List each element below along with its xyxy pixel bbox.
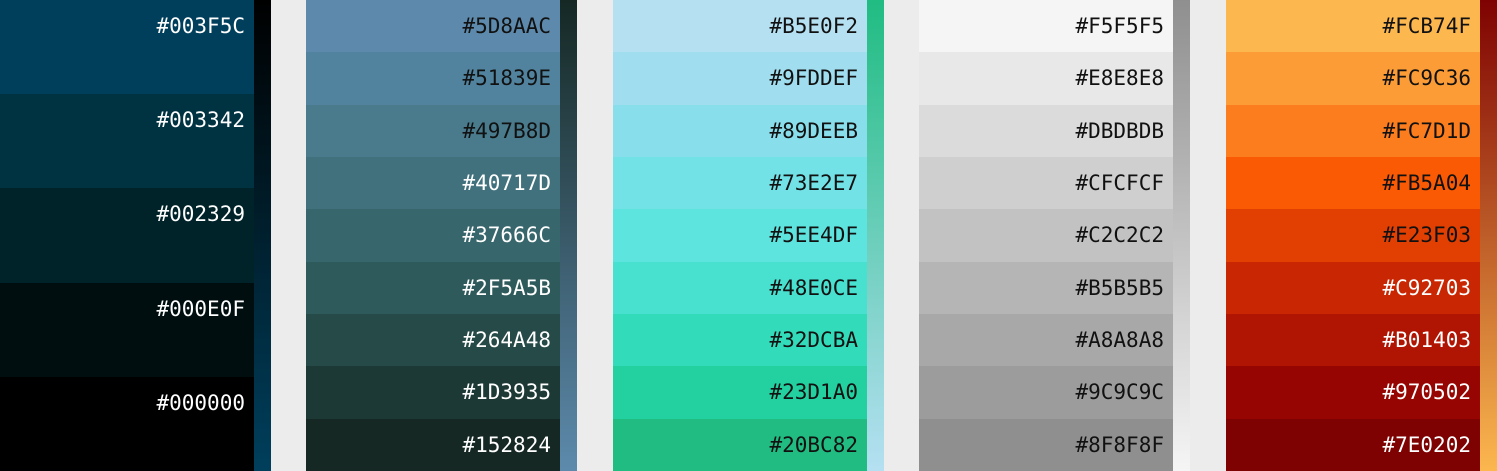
gradient-preview-bar [254, 0, 271, 471]
color-swatch[interactable]: #C92703 [1226, 261, 1480, 314]
color-swatch[interactable]: #8F8F8F [919, 418, 1173, 471]
color-swatch[interactable]: #FC7D1D [1226, 104, 1480, 157]
hex-label: #7E0202 [1382, 432, 1471, 457]
color-swatch[interactable]: #37666C [306, 209, 560, 262]
hex-label: #73E2E7 [769, 170, 858, 195]
color-swatch[interactable]: #264A48 [306, 313, 560, 367]
color-swatch[interactable]: #DBDBDB [919, 104, 1173, 157]
palette-orange: #FCB74F #FC9C36 #FC7D1D #FB5A04 #E23F03 … [1226, 0, 1497, 471]
color-swatch[interactable]: #FB5A04 [1226, 156, 1480, 210]
hex-label: #5D8AAC [462, 14, 551, 38]
color-swatch[interactable]: #9C9C9C [919, 366, 1173, 419]
color-swatch[interactable]: #20BC82 [613, 418, 867, 471]
hex-label: #40717D [462, 170, 551, 195]
hex-label: #FC9C36 [1382, 66, 1471, 91]
gradient-preview-bar [1480, 0, 1497, 471]
color-swatch[interactable]: #7E0202 [1226, 418, 1480, 471]
color-swatch[interactable]: #1D3935 [306, 366, 560, 419]
hex-label: #CFCFCF [1075, 170, 1164, 195]
gradient-preview-bar [867, 0, 884, 471]
hex-label: #B01403 [1382, 327, 1471, 352]
hex-label: #8F8F8F [1075, 432, 1164, 457]
gradient-preview-bar [1173, 0, 1190, 471]
color-swatch[interactable]: #FC9C36 [1226, 52, 1480, 105]
hex-label: #152824 [462, 432, 551, 457]
hex-label: #9FDDEF [769, 66, 858, 91]
hex-label: #B5E0F2 [769, 14, 858, 38]
palette-aqua-swatches: #B5E0F2 #9FDDEF #89DEEB #73E2E7 #5EE4DF … [613, 0, 867, 471]
hex-label: #20BC82 [769, 432, 858, 457]
hex-label: #51839E [462, 66, 551, 91]
palette-navy-swatches: #003F5C #003342 #002329 #000E0F #000000 [0, 0, 254, 471]
color-swatch[interactable]: #B01403 [1226, 313, 1480, 367]
hex-label: #2F5A5B [462, 275, 551, 300]
color-swatch[interactable]: #40717D [306, 156, 560, 210]
hex-label: #002329 [156, 202, 245, 227]
color-swatch[interactable]: #FCB74F [1226, 0, 1480, 53]
color-swatch[interactable]: #73E2E7 [613, 156, 867, 210]
hex-label: #497B8D [462, 118, 551, 143]
palette-slate: #5D8AAC #51839E #497B8D #40717D #37666C … [306, 0, 577, 471]
color-swatch[interactable]: #32DCBA [613, 313, 867, 367]
hex-label: #000000 [156, 390, 245, 415]
hex-label: #E23F03 [1382, 223, 1471, 248]
hex-label: #32DCBA [769, 327, 858, 352]
palette-slate-swatches: #5D8AAC #51839E #497B8D #40717D #37666C … [306, 0, 560, 471]
color-swatch[interactable]: #970502 [1226, 366, 1480, 419]
color-swatch[interactable]: #51839E [306, 52, 560, 105]
color-swatch[interactable]: #89DEEB [613, 104, 867, 157]
color-swatch[interactable]: #152824 [306, 418, 560, 471]
hex-label: #DBDBDB [1075, 118, 1164, 143]
hex-label: #B5B5B5 [1075, 275, 1164, 300]
color-swatch[interactable]: #48E0CE [613, 261, 867, 314]
color-swatch[interactable]: #23D1A0 [613, 366, 867, 419]
hex-label: #A8A8A8 [1075, 327, 1164, 352]
hex-label: #FCB74F [1382, 14, 1471, 38]
hex-label: #003F5C [156, 14, 245, 38]
color-swatch[interactable]: #003F5C [0, 0, 254, 95]
hex-label: #1D3935 [462, 380, 551, 405]
hex-label: #9C9C9C [1075, 380, 1164, 405]
color-swatch[interactable]: #497B8D [306, 104, 560, 157]
hex-label: #37666C [462, 223, 551, 248]
color-swatch[interactable]: #000000 [0, 376, 254, 471]
color-swatch[interactable]: #E8E8E8 [919, 52, 1173, 105]
hex-label: #5EE4DF [769, 223, 858, 248]
hex-label: #264A48 [462, 327, 551, 352]
hex-label: #E8E8E8 [1075, 66, 1164, 91]
gradient-preview-bar [560, 0, 577, 471]
hex-label: #003342 [156, 108, 245, 133]
hex-label: #FB5A04 [1382, 170, 1471, 195]
hex-label: #000E0F [156, 296, 245, 321]
color-swatch[interactable]: #B5B5B5 [919, 261, 1173, 314]
hex-label: #C92703 [1382, 275, 1471, 300]
color-swatch[interactable]: #A8A8A8 [919, 313, 1173, 367]
color-swatch[interactable]: #000E0F [0, 282, 254, 377]
palette-gray: #F5F5F5 #E8E8E8 #DBDBDB #CFCFCF #C2C2C2 … [919, 0, 1190, 471]
palette-gray-swatches: #F5F5F5 #E8E8E8 #DBDBDB #CFCFCF #C2C2C2 … [919, 0, 1173, 471]
color-swatch[interactable]: #B5E0F2 [613, 0, 867, 53]
hex-label: #C2C2C2 [1075, 223, 1164, 248]
hex-label: #48E0CE [769, 275, 858, 300]
color-swatch[interactable]: #003342 [0, 94, 254, 189]
color-swatch[interactable]: #2F5A5B [306, 261, 560, 314]
hex-label: #89DEEB [769, 118, 858, 143]
color-swatch[interactable]: #002329 [0, 188, 254, 283]
color-swatch[interactable]: #F5F5F5 [919, 0, 1173, 53]
color-swatch[interactable]: #E23F03 [1226, 209, 1480, 262]
palette-aqua: #B5E0F2 #9FDDEF #89DEEB #73E2E7 #5EE4DF … [613, 0, 884, 471]
color-swatch[interactable]: #9FDDEF [613, 52, 867, 105]
palette-orange-swatches: #FCB74F #FC9C36 #FC7D1D #FB5A04 #E23F03 … [1226, 0, 1480, 471]
color-swatch[interactable]: #C2C2C2 [919, 209, 1173, 262]
palette-navy: #003F5C #003342 #002329 #000E0F #000000 [0, 0, 271, 471]
color-swatch[interactable]: #CFCFCF [919, 156, 1173, 210]
hex-label: #970502 [1382, 380, 1471, 405]
color-swatch[interactable]: #5D8AAC [306, 0, 560, 53]
hex-label: #23D1A0 [769, 380, 858, 405]
hex-label: #F5F5F5 [1075, 14, 1164, 38]
color-swatch[interactable]: #5EE4DF [613, 209, 867, 262]
palette-collection: #003F5C #003342 #002329 #000E0F #000000 … [0, 0, 1497, 471]
hex-label: #FC7D1D [1382, 118, 1471, 143]
